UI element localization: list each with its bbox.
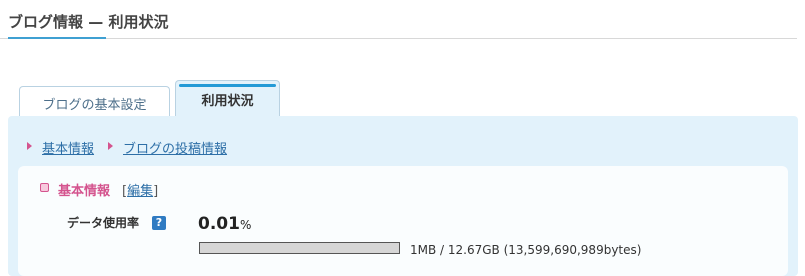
- subnav-link-post-info[interactable]: ブログの投稿情報: [123, 138, 227, 157]
- edit-wrapper: [編集]: [122, 180, 158, 199]
- tab-basic-settings[interactable]: ブログの基本設定: [19, 86, 170, 116]
- data-usage-value: 0.01%: [198, 214, 251, 234]
- section-title: 基本情報: [58, 180, 110, 199]
- subnav-link-basic-info[interactable]: 基本情報: [42, 138, 94, 157]
- help-icon[interactable]: ?: [152, 216, 166, 230]
- page-header: ブログ情報 — 利用状況: [0, 0, 797, 39]
- caret-right-icon: [27, 142, 32, 150]
- tab-usage-status[interactable]: 利用状況: [175, 80, 280, 118]
- usage-percent-unit: %: [240, 218, 251, 232]
- bracket-close: ]: [153, 184, 158, 199]
- usage-percent-number: 0.01: [198, 214, 240, 234]
- tab-label: ブログの基本設定: [42, 98, 146, 113]
- tab-label: 利用状況: [201, 94, 253, 109]
- caret-right-icon: [108, 142, 113, 150]
- page-title: ブログ情報 — 利用状況: [8, 11, 168, 32]
- edit-link[interactable]: 編集: [127, 184, 153, 199]
- data-usage-label: データ使用率: [67, 214, 139, 231]
- title-underline: [8, 37, 106, 39]
- square-bullet-icon: [40, 183, 49, 192]
- capacity-text: 1MB / 12.67GB (13,599,690,989bytes): [410, 243, 641, 257]
- active-tab-indicator: [179, 84, 276, 87]
- usage-progress-bar: [199, 242, 400, 254]
